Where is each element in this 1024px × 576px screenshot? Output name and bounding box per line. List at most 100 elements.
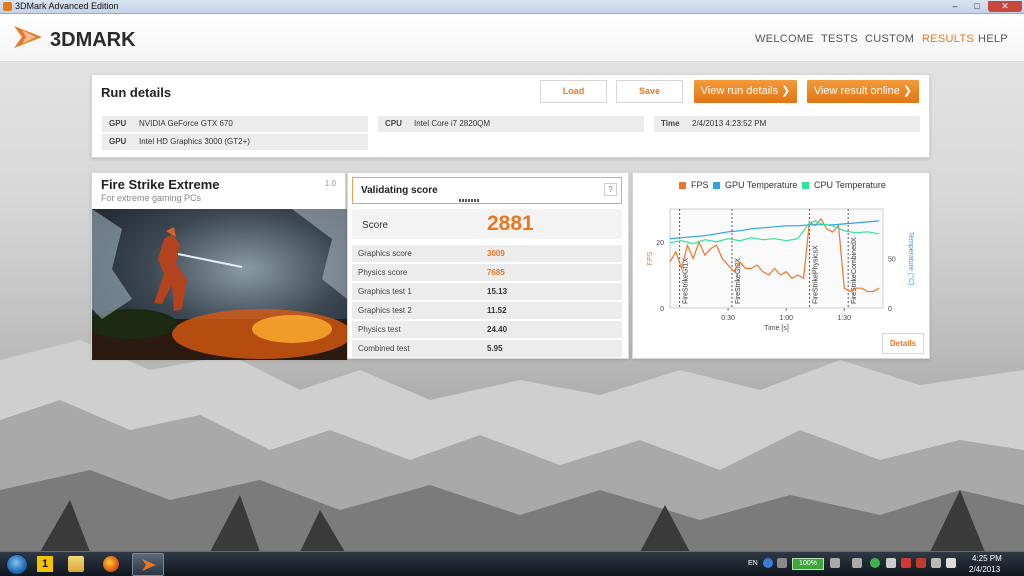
maximize-button[interactable]: □	[966, 1, 988, 12]
y-right-tick-label: 0	[888, 306, 892, 313]
security-icon[interactable]	[916, 558, 926, 568]
taskbar-item-1[interactable]: 1	[29, 553, 61, 576]
nav-custom[interactable]: CUSTOM	[865, 33, 914, 45]
3dmark-icon	[141, 557, 157, 573]
app-icon	[3, 2, 12, 11]
firefox-icon	[103, 556, 119, 572]
score-panel: Validating score ? Score 2881 Graphics s…	[347, 172, 629, 359]
monitoring-chart-panel: FPS GPU Temperature CPU Temperature Fire…	[632, 172, 930, 359]
legend-gpu-label: GPU Temperature	[725, 180, 798, 190]
help-icon[interactable]: ?	[604, 183, 617, 196]
row-label: Graphics score	[358, 249, 412, 258]
loading-indicator	[459, 199, 479, 202]
score-row: Score 2881	[352, 209, 622, 239]
test-marker-label: FireStrikePhysicsX	[812, 245, 819, 304]
gpu-row-1: GPU NVIDIA GeForce GTX 670	[102, 116, 368, 132]
test-marker-label: FireStrikeCombinedX	[851, 237, 858, 304]
x-tick-label: 1:30	[837, 315, 851, 322]
test-version: 1.0	[324, 179, 336, 188]
graphics-test-2-row: Graphics test 2 11.52	[352, 302, 622, 319]
graphics-test-1-row: Graphics test 1 15.13	[352, 283, 622, 300]
run-details-title: Run details	[101, 85, 172, 100]
row-value: 3009	[487, 249, 505, 258]
test-panel: Fire Strike Extreme For extreme gaming P…	[91, 172, 347, 360]
x-tick-label: 0:30	[721, 315, 735, 322]
flag-icon[interactable]	[901, 558, 911, 568]
graphics-score-row: Graphics score 3009	[352, 245, 622, 262]
test-subtitle: For extreme gaming PCs	[101, 193, 202, 203]
sync-icon[interactable]	[830, 558, 840, 568]
view-run-details-button[interactable]: View run details ❯	[694, 80, 797, 103]
window-title: 3DMark Advanced Edition	[15, 1, 119, 11]
chevron-right-icon: ❯	[781, 85, 791, 97]
test-marker-label: FireStrikeGt1X	[683, 258, 690, 304]
taskbar-item-explorer[interactable]	[60, 553, 92, 576]
nav-results[interactable]: RESULTS	[922, 33, 974, 45]
taskbar-item-3dmark[interactable]	[132, 553, 164, 576]
tray-icon[interactable]	[777, 558, 787, 568]
close-button[interactable]: ✕	[988, 1, 1022, 12]
y-left-tick-label: 20	[656, 240, 664, 247]
time-row: Time 2/4/2013 4:23:52 PM	[654, 116, 920, 132]
gpu-row-2: GPU Intel HD Graphics 3000 (GT2+)	[102, 134, 368, 150]
legend-fps[interactable]: FPS	[679, 180, 709, 190]
gpu-value-2: Intel HD Graphics 3000 (GT2+)	[139, 137, 250, 146]
battery-indicator[interactable]: 100%	[792, 558, 824, 570]
network-icon[interactable]	[870, 558, 880, 568]
physics-test-row: Physics test 24.40	[352, 321, 622, 338]
gpu-value-1: NVIDIA GeForce GTX 670	[139, 119, 233, 128]
row-label: Physics test	[358, 325, 401, 334]
language-indicator[interactable]: EN	[748, 560, 758, 567]
load-button[interactable]: Load	[540, 80, 607, 103]
fps-swatch	[679, 182, 686, 189]
volume-icon[interactable]	[946, 558, 956, 568]
details-button[interactable]: Details	[882, 333, 924, 354]
clock-date[interactable]: 2/4/2013	[969, 565, 1000, 574]
3dmark-logo[interactable]: 3DMARK	[12, 22, 162, 54]
folder-icon	[68, 556, 84, 572]
display-icon[interactable]	[931, 558, 941, 568]
y-left-axis-label: FPS	[647, 251, 654, 265]
minimize-button[interactable]: –	[944, 1, 966, 12]
help-tray-icon[interactable]	[763, 558, 773, 568]
time-key: Time	[661, 119, 680, 128]
row-label: Combined test	[358, 344, 410, 353]
row-label: Physics score	[358, 268, 408, 277]
nav-help[interactable]: HELP	[978, 33, 1008, 45]
view-result-online-button[interactable]: View result online ❯	[807, 80, 919, 103]
row-value: 7685	[487, 268, 505, 277]
signal-icon[interactable]	[886, 558, 896, 568]
row-label: Graphics test 1	[358, 287, 412, 296]
app-1-icon: 1	[37, 556, 53, 572]
row-value: 11.52	[487, 306, 507, 315]
start-button[interactable]	[6, 554, 28, 575]
x-axis-label: Time [s]	[764, 325, 789, 332]
gpu-key: GPU	[109, 137, 127, 146]
save-button[interactable]: Save	[616, 80, 683, 103]
app-header: 3DMARK WELCOME TESTS CUSTOM RESULTS HELP	[0, 14, 1024, 62]
fire-strike-artwork	[92, 209, 347, 360]
clock-time[interactable]: 4:25 PM	[972, 554, 1002, 563]
taskbar-item-firefox[interactable]	[95, 553, 127, 576]
cpu-key: CPU	[385, 119, 402, 128]
test-name: Fire Strike Extreme	[101, 177, 220, 192]
chevron-right-icon: ❯	[902, 85, 913, 97]
view-result-online-label: View result online	[813, 85, 900, 97]
legend-gpu-temperature[interactable]: GPU Temperature	[713, 180, 797, 190]
tray-arrow-icon[interactable]	[852, 558, 862, 568]
gpu-key: GPU	[109, 119, 127, 128]
taskbar: 1 EN 100% 4:25 PM 2/4/2013	[0, 551, 1024, 576]
legend-cpu-label: CPU Temperature	[814, 180, 886, 190]
nav-tests[interactable]: TESTS	[821, 33, 858, 45]
row-label: Graphics test 2	[358, 306, 412, 315]
window-titlebar: 3DMark Advanced Edition – □ ✕	[0, 0, 1024, 14]
legend-cpu-temperature[interactable]: CPU Temperature	[802, 180, 886, 190]
monitoring-chart: FireStrikeGt1X FireStrikeGt2X FireStrikePh…	[647, 208, 915, 332]
time-value: 2/4/2013 4:23:52 PM	[692, 119, 767, 128]
logo-text: 3DMARK	[50, 29, 136, 51]
cpu-row: CPU Intel Core i7 2820QM	[378, 116, 644, 132]
run-details-panel: Run details Load Save View run details ❯…	[91, 74, 930, 158]
gpu-temp-swatch	[713, 182, 720, 189]
nav-welcome[interactable]: WELCOME	[755, 33, 814, 45]
3dmark-logo-icon	[14, 26, 42, 48]
